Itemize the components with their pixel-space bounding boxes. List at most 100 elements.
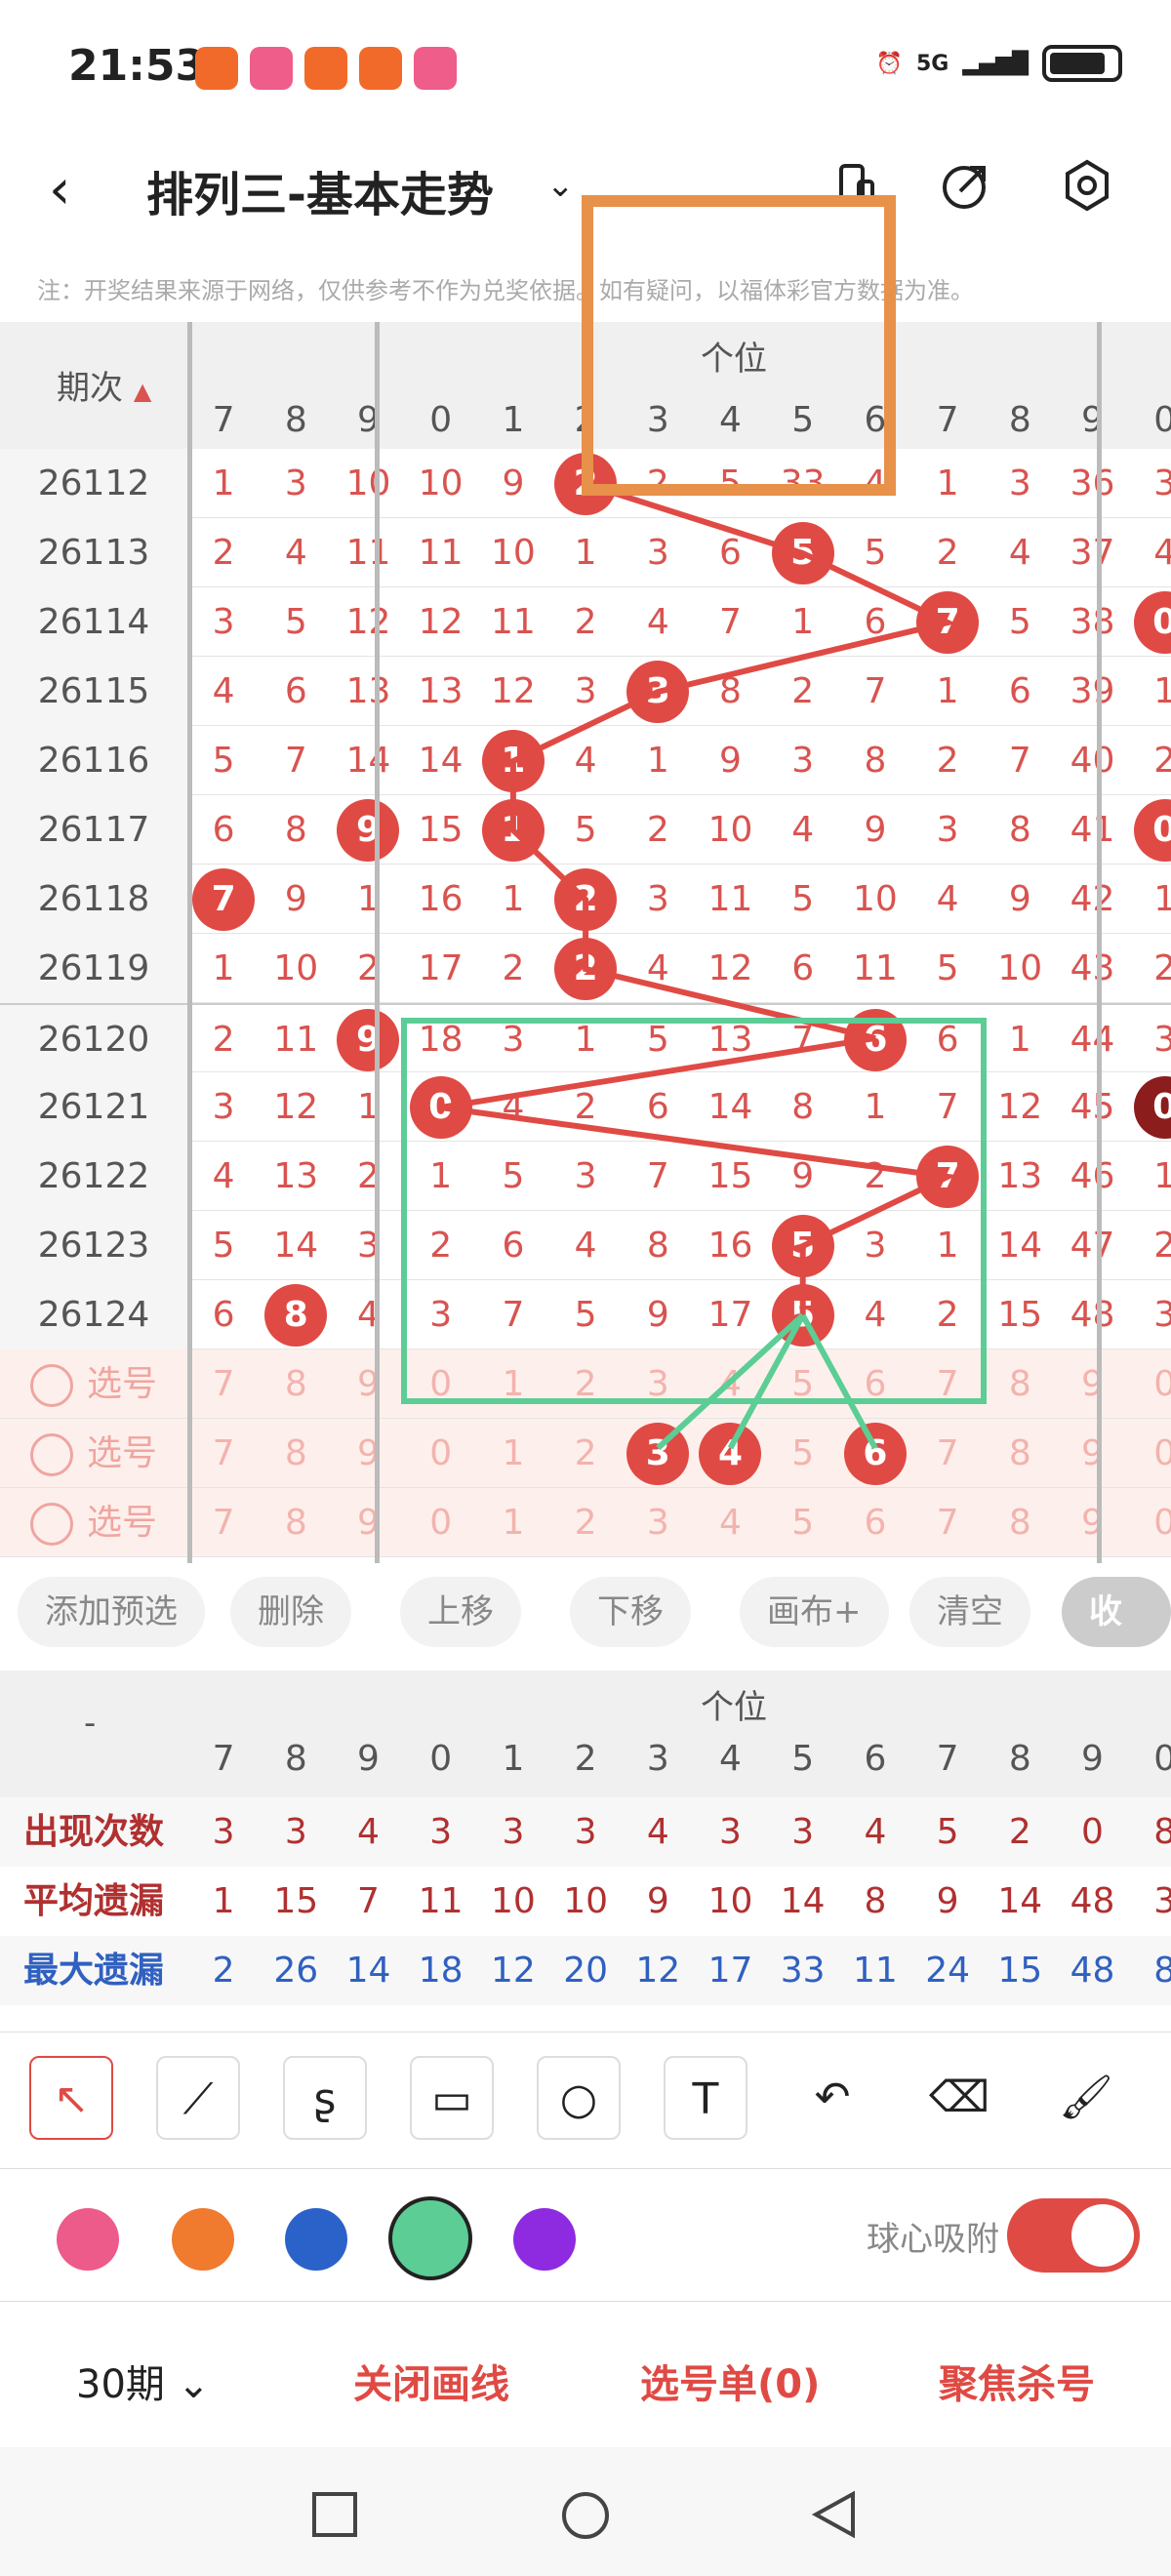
- select-cell[interactable]: 4: [694, 1349, 766, 1419]
- share-icon[interactable]: [939, 158, 993, 213]
- select-cell[interactable]: 9: [332, 1419, 404, 1488]
- picked-ball[interactable]: 3: [626, 1423, 690, 1485]
- select-cell[interactable]: 8: [984, 1419, 1056, 1488]
- select-cell[interactable]: 5: [767, 1419, 839, 1488]
- select-cell[interactable]: 9: [332, 1488, 404, 1557]
- select-number[interactable]: 2: [575, 1433, 597, 1473]
- select-number[interactable]: 0: [1153, 1503, 1171, 1543]
- focus-kill-button[interactable]: 聚焦杀号: [939, 2353, 1095, 2409]
- back-nav-icon[interactable]: [810, 2490, 859, 2539]
- select-number[interactable]: 5: [791, 1433, 814, 1473]
- arrow-tool-icon[interactable]: ↖: [29, 2056, 113, 2140]
- issue-header[interactable]: 期次 ▲: [57, 361, 151, 409]
- settings-icon[interactable]: [1060, 158, 1114, 213]
- select-number[interactable]: 6: [864, 1503, 886, 1543]
- select-cell[interactable]: 0: [1129, 1488, 1171, 1557]
- undo-tool-icon[interactable]: ↶: [790, 2056, 874, 2140]
- select-number[interactable]: 0: [1153, 1364, 1171, 1404]
- select-cell[interactable]: 6: [839, 1349, 911, 1419]
- color-swatch[interactable]: [57, 2208, 119, 2271]
- select-cell[interactable]: 4: [694, 1419, 766, 1488]
- action-button[interactable]: 删除: [230, 1577, 351, 1647]
- select-cell[interactable]: 7: [187, 1349, 260, 1419]
- select-cell[interactable]: 5: [767, 1349, 839, 1419]
- picked-ball[interactable]: 6: [843, 1423, 907, 1485]
- select-number[interactable]: 3: [647, 1364, 669, 1404]
- select-number[interactable]: 0: [429, 1503, 452, 1543]
- select-number[interactable]: 6: [864, 1364, 886, 1404]
- select-cell[interactable]: 1: [477, 1419, 549, 1488]
- text-tool-icon[interactable]: T: [664, 2056, 747, 2140]
- snap-toggle[interactable]: [1007, 2198, 1140, 2273]
- action-button[interactable]: 上移: [400, 1577, 521, 1647]
- circle-tool-icon[interactable]: ○: [537, 2056, 621, 2140]
- select-label[interactable]: 选号: [0, 1349, 187, 1419]
- radio-icon[interactable]: [29, 1503, 73, 1546]
- select-number[interactable]: 4: [719, 1503, 742, 1543]
- radio-icon[interactable]: [29, 1433, 73, 1476]
- phone-icon[interactable]: [829, 158, 884, 213]
- select-number[interactable]: 2: [575, 1364, 597, 1404]
- select-cell[interactable]: 0: [1129, 1419, 1171, 1488]
- pick-list-button[interactable]: 选号单(0): [640, 2353, 820, 2409]
- select-row[interactable]: 选号 7 8 9 0 1 2 3 4 5 6 7 8 9 0: [0, 1349, 1171, 1419]
- action-button[interactable]: 下移: [570, 1577, 691, 1647]
- select-number[interactable]: 2: [575, 1503, 597, 1543]
- select-number[interactable]: 8: [1009, 1433, 1031, 1473]
- select-cell[interactable]: 8: [260, 1488, 332, 1557]
- select-number[interactable]: 3: [647, 1503, 669, 1543]
- select-number[interactable]: 8: [285, 1433, 307, 1473]
- curve-tool-icon[interactable]: ʂ: [283, 2056, 367, 2140]
- select-number[interactable]: 7: [937, 1503, 959, 1543]
- radio-icon[interactable]: [29, 1364, 73, 1407]
- select-cell[interactable]: 9: [1056, 1488, 1128, 1557]
- select-cell[interactable]: 0: [405, 1349, 477, 1419]
- color-swatch[interactable]: [513, 2208, 576, 2271]
- color-swatch[interactable]: [172, 2208, 234, 2271]
- select-number[interactable]: 1: [502, 1364, 524, 1404]
- select-number[interactable]: 8: [1009, 1503, 1031, 1543]
- select-cell[interactable]: 1: [477, 1349, 549, 1419]
- page-title[interactable]: 排列三-基本走势: [146, 156, 494, 224]
- select-number[interactable]: 5: [791, 1503, 814, 1543]
- select-cell[interactable]: 6: [839, 1419, 911, 1488]
- select-cell[interactable]: 7: [187, 1488, 260, 1557]
- back-icon[interactable]: ‹: [49, 158, 70, 221]
- select-label[interactable]: 选号: [0, 1419, 187, 1488]
- color-swatch[interactable]: [285, 2208, 347, 2271]
- select-cell[interactable]: 8: [260, 1419, 332, 1488]
- home-icon[interactable]: [560, 2490, 611, 2541]
- select-cell[interactable]: 9: [332, 1349, 404, 1419]
- select-number[interactable]: 1: [502, 1503, 524, 1543]
- select-row[interactable]: 选号 7 8 9 0 1 2 3 4 5 6 7 8 9 0: [0, 1419, 1171, 1488]
- select-cell[interactable]: 2: [549, 1488, 622, 1557]
- select-cell[interactable]: 3: [622, 1419, 694, 1488]
- select-cell[interactable]: 9: [1056, 1349, 1128, 1419]
- select-cell[interactable]: 1: [477, 1488, 549, 1557]
- chevron-down-icon[interactable]: ⌄: [546, 166, 575, 205]
- picked-ball[interactable]: 4: [699, 1423, 762, 1485]
- select-cell[interactable]: 0: [405, 1419, 477, 1488]
- select-cell[interactable]: 7: [911, 1488, 984, 1557]
- close-draw-button[interactable]: 关闭画线: [353, 2353, 509, 2409]
- brush-tool-icon[interactable]: 🖌: [1044, 2056, 1128, 2140]
- select-cell[interactable]: 7: [911, 1419, 984, 1488]
- select-label[interactable]: 选号: [0, 1488, 187, 1557]
- select-number[interactable]: 0: [1153, 1433, 1171, 1473]
- select-cell[interactable]: 6: [839, 1488, 911, 1557]
- select-number[interactable]: 7: [213, 1433, 235, 1473]
- select-cell[interactable]: 0: [1129, 1349, 1171, 1419]
- select-cell[interactable]: 8: [984, 1349, 1056, 1419]
- select-cell[interactable]: 8: [984, 1488, 1056, 1557]
- select-number[interactable]: 0: [429, 1433, 452, 1473]
- select-number[interactable]: 5: [791, 1364, 814, 1404]
- select-cell[interactable]: 7: [187, 1419, 260, 1488]
- select-number[interactable]: 7: [937, 1364, 959, 1404]
- select-cell[interactable]: 2: [549, 1349, 622, 1419]
- select-number[interactable]: 7: [937, 1433, 959, 1473]
- select-number[interactable]: 1: [502, 1433, 524, 1473]
- select-cell[interactable]: 5: [767, 1488, 839, 1557]
- action-button[interactable]: 清空: [909, 1577, 1030, 1647]
- rect-tool-icon[interactable]: ▭: [410, 2056, 494, 2140]
- select-cell[interactable]: 9: [1056, 1419, 1128, 1488]
